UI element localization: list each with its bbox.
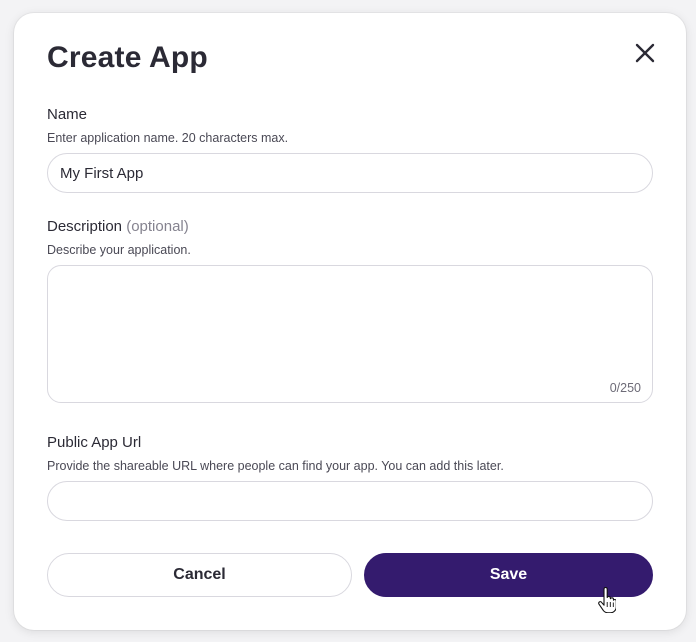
character-counter: 0/250 bbox=[609, 381, 641, 395]
save-button[interactable]: Save bbox=[364, 553, 653, 597]
dialog-title: Create App bbox=[47, 41, 208, 74]
close-icon[interactable] bbox=[631, 39, 659, 67]
name-hint: Enter application name. 20 characters ma… bbox=[47, 131, 289, 145]
name-label-text: Name bbox=[47, 106, 88, 123]
cancel-button[interactable]: Cancel bbox=[47, 553, 352, 597]
description-hint: Describe your application. bbox=[47, 243, 191, 257]
public-url-label: Public App Url bbox=[47, 434, 141, 451]
optional-tag: (optional) bbox=[126, 218, 189, 235]
public-url-hint: Provide the shareable URL where people c… bbox=[47, 459, 504, 473]
description-label-text: Description bbox=[47, 218, 123, 235]
name-label: Name bbox=[47, 106, 87, 123]
description-textarea[interactable] bbox=[48, 266, 652, 376]
public-url-input[interactable] bbox=[47, 481, 653, 521]
description-textarea-wrapper: 0/250 bbox=[47, 265, 653, 403]
name-input[interactable] bbox=[47, 153, 653, 193]
description-label: Description (optional) bbox=[47, 218, 189, 235]
public-url-label-text: Public App Url bbox=[47, 434, 142, 451]
create-app-dialog: Create App Name Enter application name. … bbox=[14, 13, 686, 630]
